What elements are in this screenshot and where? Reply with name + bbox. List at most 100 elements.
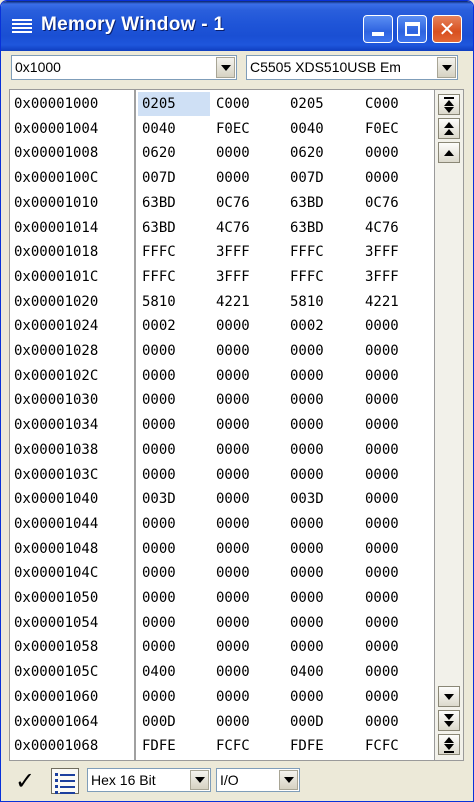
memory-value[interactable]: 0000 bbox=[214, 561, 252, 585]
memory-address[interactable]: 0x00001024 bbox=[14, 314, 98, 338]
memory-value[interactable]: 0000 bbox=[363, 487, 401, 511]
memory-address[interactable]: 0x00001004 bbox=[14, 117, 98, 141]
memory-value[interactable]: 0000 bbox=[140, 561, 178, 585]
memory-value[interactable]: FCFC bbox=[214, 734, 252, 758]
target-combo-value[interactable]: C5505 XDS510USB Em bbox=[250, 56, 457, 79]
checkmark-icon[interactable]: ✓ bbox=[15, 767, 35, 795]
memory-row[interactable]: 0x0000103C 0000 0000 0000 0000 bbox=[10, 463, 434, 488]
memory-value[interactable]: 0620 bbox=[288, 141, 326, 165]
memory-value[interactable]: 63BD bbox=[140, 216, 178, 240]
memory-value[interactable]: 63BD bbox=[288, 216, 326, 240]
memory-value[interactable]: 0000 bbox=[214, 413, 252, 437]
memory-address[interactable]: 0x0000100C bbox=[14, 166, 98, 190]
memory-address[interactable]: 0x0000101C bbox=[14, 265, 98, 289]
memory-value[interactable]: 0002 bbox=[288, 314, 326, 338]
memory-value[interactable]: 0000 bbox=[214, 364, 252, 388]
memory-value[interactable]: FFFC bbox=[140, 265, 178, 289]
memory-value[interactable]: 000D bbox=[288, 710, 326, 734]
memory-value[interactable]: 0000 bbox=[363, 339, 401, 363]
memory-value[interactable]: 000D bbox=[140, 710, 178, 734]
memory-address[interactable]: 0x00001008 bbox=[14, 141, 98, 165]
memory-value[interactable]: 0040 bbox=[288, 117, 326, 141]
memory-value[interactable]: 5810 bbox=[140, 290, 178, 314]
scroll-down-button[interactable] bbox=[438, 686, 460, 707]
memory-value[interactable]: 0000 bbox=[288, 635, 326, 659]
memory-row[interactable]: 0x00001054 0000 0000 0000 0000 bbox=[10, 611, 434, 636]
memory-value[interactable]: 0000 bbox=[288, 339, 326, 363]
memory-value[interactable]: 0000 bbox=[214, 611, 252, 635]
memory-value[interactable]: 0000 bbox=[288, 364, 326, 388]
memory-row[interactable]: 0x00001010 63BD 0C76 63BD 0C76 bbox=[10, 191, 434, 216]
memory-address[interactable]: 0x0000103C bbox=[14, 463, 98, 487]
memory-value[interactable]: 3FFF bbox=[214, 265, 252, 289]
memory-row[interactable]: 0x00001030 0000 0000 0000 0000 bbox=[10, 388, 434, 413]
memory-value[interactable]: 0000 bbox=[363, 463, 401, 487]
memory-value[interactable]: 0002 bbox=[140, 314, 178, 338]
memory-value[interactable]: 0000 bbox=[214, 487, 252, 511]
memory-value[interactable]: 0000 bbox=[214, 685, 252, 709]
memory-value[interactable]: 0000 bbox=[214, 438, 252, 462]
memory-value[interactable]: 0000 bbox=[363, 438, 401, 462]
memory-value[interactable]: 0000 bbox=[288, 611, 326, 635]
memory-address[interactable]: 0x00001060 bbox=[14, 685, 98, 709]
memory-value[interactable]: 0C76 bbox=[363, 191, 401, 215]
maximize-button[interactable] bbox=[397, 15, 427, 43]
scroll-page-down-button[interactable] bbox=[438, 710, 460, 731]
page-dropdown-button[interactable] bbox=[279, 770, 298, 790]
memory-value[interactable]: 0000 bbox=[363, 166, 401, 190]
memory-value[interactable]: FCFC bbox=[363, 734, 401, 758]
memory-value[interactable]: 0000 bbox=[140, 438, 178, 462]
memory-value[interactable]: 0000 bbox=[214, 710, 252, 734]
memory-value[interactable]: 0000 bbox=[363, 586, 401, 610]
memory-address[interactable]: 0x00001068 bbox=[14, 734, 98, 758]
memory-value[interactable]: 0000 bbox=[214, 660, 252, 684]
memory-row[interactable]: 0x00001040 003D 0000 003D 0000 bbox=[10, 487, 434, 512]
memory-value[interactable]: 0000 bbox=[214, 586, 252, 610]
memory-address[interactable]: 0x00001050 bbox=[14, 586, 98, 610]
memory-value[interactable]: 5810 bbox=[288, 290, 326, 314]
minimize-button[interactable] bbox=[363, 15, 393, 43]
memory-value[interactable]: 0400 bbox=[288, 660, 326, 684]
memory-value[interactable]: 0000 bbox=[363, 512, 401, 536]
memory-address[interactable]: 0x00001044 bbox=[14, 512, 98, 536]
memory-row[interactable]: 0x00001064 000D 0000 000D 0000 bbox=[10, 710, 434, 735]
memory-value[interactable]: 0000 bbox=[214, 141, 252, 165]
memory-value[interactable]: 0000 bbox=[288, 586, 326, 610]
memory-address[interactable]: 0x00001030 bbox=[14, 388, 98, 412]
memory-value[interactable]: 0000 bbox=[140, 635, 178, 659]
memory-value[interactable]: 0000 bbox=[140, 388, 178, 412]
memory-value[interactable]: 0040 bbox=[140, 117, 178, 141]
memory-address[interactable]: 0x0000104C bbox=[14, 561, 98, 585]
memory-address[interactable]: 0x00001000 bbox=[14, 92, 98, 116]
memory-value[interactable]: 003D bbox=[140, 487, 178, 511]
memory-value[interactable]: 3FFF bbox=[363, 265, 401, 289]
memory-value[interactable]: 0000 bbox=[214, 314, 252, 338]
memory-value[interactable]: F0EC bbox=[214, 117, 252, 141]
memory-value[interactable]: 0000 bbox=[140, 537, 178, 561]
memory-row[interactable]: 0x00001044 0000 0000 0000 0000 bbox=[10, 512, 434, 537]
address-combo-value[interactable]: 0x1000 bbox=[15, 56, 236, 79]
memory-address[interactable]: 0x00001028 bbox=[14, 339, 98, 363]
memory-value[interactable]: 0000 bbox=[363, 710, 401, 734]
memory-value[interactable]: 0000 bbox=[288, 413, 326, 437]
scroll-page-bottom-button[interactable] bbox=[438, 734, 460, 755]
memory-address[interactable]: 0x00001034 bbox=[14, 413, 98, 437]
memory-row[interactable]: 0x00001004 0040 F0EC 0040 F0EC bbox=[10, 117, 434, 142]
memory-row[interactable]: 0x00001050 0000 0000 0000 0000 bbox=[10, 586, 434, 611]
memory-value[interactable]: 0000 bbox=[363, 537, 401, 561]
memory-row[interactable]: 0x0000101C FFFC 3FFF FFFC 3FFF bbox=[10, 265, 434, 290]
address-dropdown-button[interactable] bbox=[216, 57, 235, 78]
memory-value[interactable]: 0000 bbox=[140, 685, 178, 709]
memory-value[interactable]: 0000 bbox=[363, 141, 401, 165]
close-button[interactable]: ✕ bbox=[432, 15, 462, 43]
memory-value[interactable]: 63BD bbox=[140, 191, 178, 215]
memory-row[interactable]: 0x00001020 5810 4221 5810 4221 bbox=[10, 290, 434, 315]
memory-value[interactable]: 0000 bbox=[140, 413, 178, 437]
memory-address[interactable]: 0x00001040 bbox=[14, 487, 98, 511]
memory-value[interactable]: 0000 bbox=[140, 586, 178, 610]
memory-address[interactable]: 0x00001010 bbox=[14, 191, 98, 215]
memory-value[interactable]: 0000 bbox=[363, 685, 401, 709]
memory-value[interactable]: 0000 bbox=[214, 166, 252, 190]
memory-value[interactable]: 003D bbox=[288, 487, 326, 511]
format-combo[interactable]: Hex 16 Bit bbox=[87, 768, 211, 792]
